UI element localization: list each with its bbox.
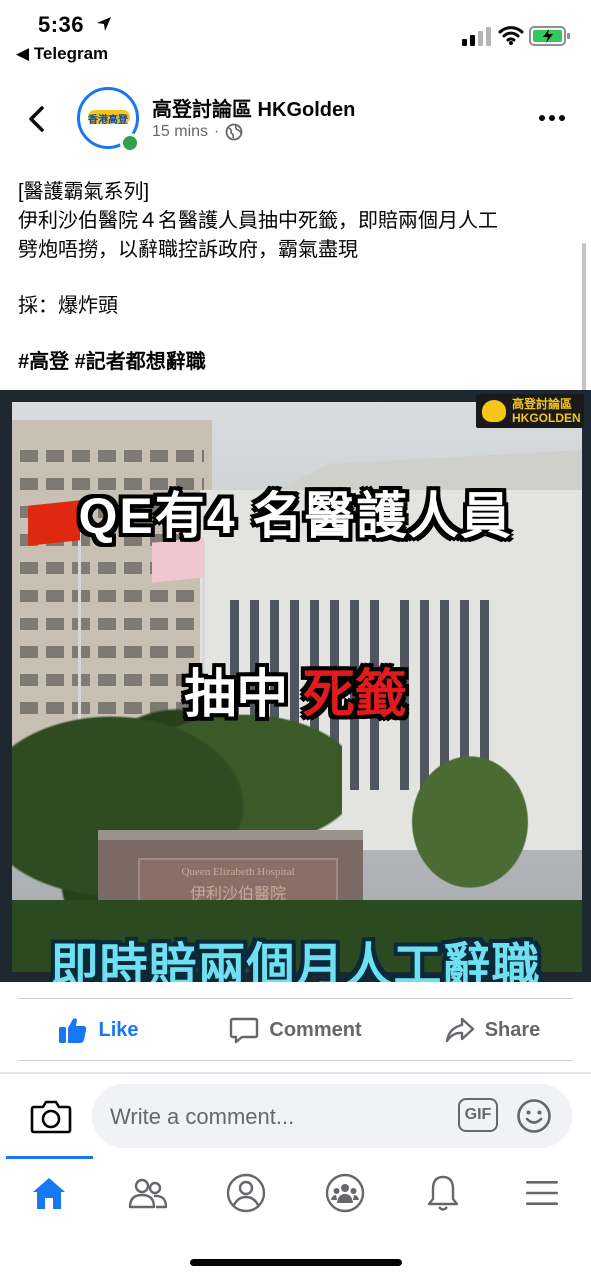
like-button[interactable]: Like: [0, 1000, 197, 1060]
friends-icon: [128, 1178, 167, 1209]
back-triangle-icon: ◀: [16, 44, 30, 63]
gif-button[interactable]: GIF: [458, 1098, 498, 1132]
globe-icon: [225, 123, 243, 141]
signal-icon: [462, 27, 491, 46]
nav-profile[interactable]: [197, 1158, 296, 1228]
nav-notifications[interactable]: [394, 1158, 493, 1228]
comment-label: Comment: [269, 1018, 362, 1041]
status-bar: 5:36 ◀ Telegram: [0, 0, 591, 76]
post-reporter: 採：爆炸頭: [18, 295, 118, 317]
back-to-app-link[interactable]: ◀ Telegram: [16, 44, 108, 64]
status-time: 5:36: [38, 12, 85, 37]
emoji-icon[interactable]: [516, 1098, 552, 1134]
meta-separator: ·: [214, 123, 220, 140]
comment-button[interactable]: Comment: [197, 1000, 394, 1060]
home-indicator[interactable]: [190, 1259, 402, 1266]
watermark-line2: HKGOLDEN: [512, 411, 581, 425]
nav-menu[interactable]: [493, 1158, 591, 1228]
watermark-line1: 高登討論區: [512, 397, 573, 411]
avatar-logo-text: 香港高登: [88, 115, 128, 126]
caption-mid-red: 死籤: [302, 666, 407, 724]
image-trees: [380, 720, 560, 890]
post-timestamp[interactable]: 15 mins: [152, 123, 208, 141]
share-label: Share: [484, 1018, 541, 1041]
image-caption-top: QE有4 名醫護人員: [78, 488, 513, 544]
post-image[interactable]: Queen Elizabeth Hospital 伊利沙伯醫院 高登討論區 HK…: [0, 390, 591, 982]
post-text-line: 伊利沙伯醫院４名醫護人員抽中死籤，即賠兩個月人工: [18, 210, 498, 232]
chevron-left-icon: [29, 106, 44, 132]
post-body: [醫護霸氣系列] 伊利沙伯醫院４名醫護人員抽中死籤，即賠兩個月人工 劈炮唔撈，以…: [18, 178, 574, 377]
home-icon: [33, 1178, 66, 1209]
post-text-line: [醫護霸氣系列]: [18, 181, 150, 203]
profile-icon: [227, 1173, 266, 1213]
divider: [18, 998, 573, 999]
nav-home[interactable]: [0, 1156, 99, 1228]
nav-friends[interactable]: [99, 1158, 198, 1228]
image-caption-bottom: 即時賠兩個月人工辭職: [50, 940, 541, 982]
caption-mid-white: 抽中: [184, 666, 303, 724]
post-meta: 15 mins ·: [152, 123, 243, 141]
image-caption-middle: 抽中 死籤: [0, 652, 591, 727]
post-actions: Like Comment Share: [0, 1000, 591, 1060]
comment-bubble-icon: [230, 1017, 259, 1044]
more-options-icon[interactable]: [537, 108, 567, 128]
camera-icon[interactable]: [30, 1097, 72, 1135]
share-arrow-icon: [445, 1017, 474, 1043]
hkgolden-logo-icon: [482, 400, 506, 422]
section-divider: [0, 1072, 591, 1074]
nav-groups[interactable]: [296, 1158, 395, 1228]
scrollbar[interactable]: [582, 243, 586, 393]
notifications-icon: [428, 1175, 459, 1211]
hospital-sign-text-en: Queen Elizabeth Hospital: [181, 866, 295, 878]
share-button[interactable]: Share: [394, 1000, 591, 1060]
page-name[interactable]: 高登討論區 HKGolden: [152, 93, 355, 122]
like-label: Like: [98, 1018, 139, 1041]
battery-charging-icon: [529, 26, 570, 46]
comment-box[interactable]: GIF: [92, 1084, 572, 1148]
comment-input[interactable]: [110, 1102, 440, 1132]
wifi-icon: [498, 26, 524, 45]
thumbs-up-icon: [59, 1018, 87, 1043]
divider: [18, 1060, 573, 1061]
online-status-dot: [120, 133, 140, 153]
menu-icon: [525, 1181, 558, 1205]
hkgolden-watermark: 高登討論區 HKGOLDEN: [476, 394, 584, 428]
back-app-label: Telegram: [33, 44, 109, 63]
bottom-nav: [0, 1156, 591, 1228]
post-text-line: 劈炮唔撈，以辭職控訴政府，霸氣盡現: [18, 239, 358, 261]
back-button[interactable]: [20, 102, 54, 136]
groups-icon: [325, 1173, 364, 1213]
location-arrow-icon: [97, 17, 111, 31]
post-hashtags[interactable]: #高登 #記者都想辭職: [18, 348, 574, 377]
